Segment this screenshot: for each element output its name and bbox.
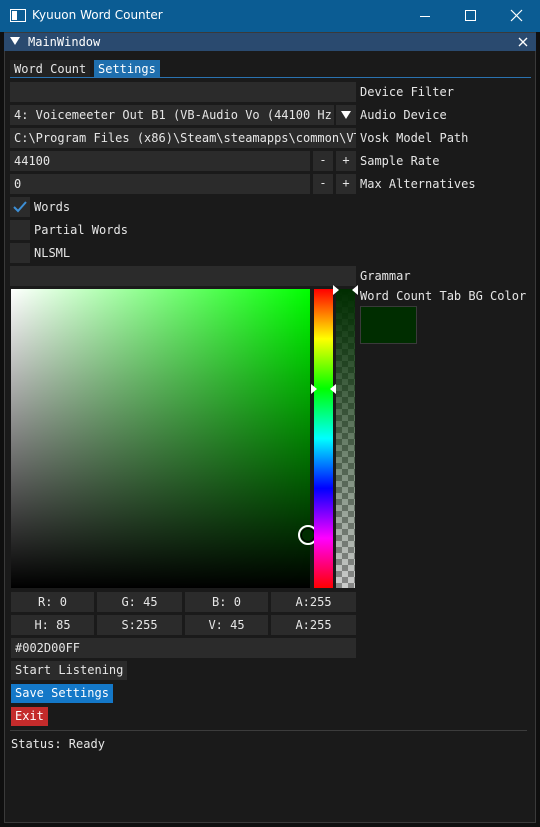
save-settings-button[interactable]: Save Settings <box>11 684 113 703</box>
hue-slider[interactable] <box>314 289 333 588</box>
sample-rate-input[interactable]: 44100 <box>10 151 310 171</box>
vosk-model-path-input[interactable]: C:\Program Files (x86)\Steam\steamapps\c… <box>10 128 356 148</box>
alpha-slider[interactable] <box>336 289 355 588</box>
imgui-window-title: MainWindow <box>28 35 101 49</box>
blue-input[interactable]: B: 0 <box>185 592 268 612</box>
close-window-button[interactable] <box>494 0 540 32</box>
sample-rate-decrement-button[interactable]: - <box>313 151 333 171</box>
max-alternatives-label: Max Alternatives <box>360 177 476 191</box>
saturation-value-square[interactable] <box>11 289 310 588</box>
sample-rate-label: Sample Rate <box>360 154 440 168</box>
exit-button[interactable]: Exit <box>11 707 48 726</box>
start-listening-button[interactable]: Start Listening <box>11 661 128 680</box>
status-text: Status: Ready <box>11 737 105 751</box>
partial-words-checkbox[interactable] <box>10 220 30 240</box>
alpha-input-hsv[interactable]: A:255 <box>271 615 356 635</box>
value-input[interactable]: V: 45 <box>185 615 268 635</box>
hex-color-input[interactable]: #002D00FF <box>11 638 356 658</box>
max-alternatives-input[interactable]: 0 <box>10 174 310 194</box>
hue-input[interactable]: H: 85 <box>11 615 94 635</box>
bg-color-swatch[interactable] <box>360 306 417 344</box>
vosk-model-path-label: Vosk Model Path <box>360 131 469 145</box>
tab-word-count[interactable]: Word Count <box>10 60 91 78</box>
hue-slider-marker-icon <box>311 384 336 394</box>
maximize-button[interactable] <box>448 0 494 32</box>
dropdown-arrow-icon <box>341 111 351 119</box>
close-icon <box>510 9 523 22</box>
maximize-icon <box>465 10 476 21</box>
minimize-button[interactable] <box>402 0 448 32</box>
words-label: Words <box>34 200 71 214</box>
device-filter-label: Device Filter <box>360 85 454 99</box>
saturation-input[interactable]: S:255 <box>97 615 182 635</box>
max-alternatives-decrement-button[interactable]: - <box>313 174 333 194</box>
alpha-slider-marker-icon <box>333 285 358 295</box>
sample-rate-increment-button[interactable]: + <box>336 151 356 171</box>
tab-bar-underline <box>10 77 531 78</box>
green-input[interactable]: G: 45 <box>97 592 182 612</box>
max-alternatives-increment-button[interactable]: + <box>336 174 356 194</box>
alpha-input-rgb[interactable]: A:255 <box>271 592 356 612</box>
audio-device-label: Audio Device <box>360 108 447 122</box>
audio-device-select[interactable]: 4: Voicemeeter Out B1 (VB-Audio Vo (4410… <box>10 105 334 125</box>
grammar-label: Grammar <box>360 269 411 283</box>
words-checkbox[interactable] <box>10 197 30 217</box>
window-title: Kyuuon Word Counter <box>32 8 163 22</box>
imgui-close-button[interactable] <box>514 33 532 51</box>
app-icon <box>10 9 26 22</box>
partial-words-label: Partial Words <box>34 223 128 237</box>
tab-settings[interactable]: Settings <box>94 60 160 78</box>
collapse-arrow-icon[interactable] <box>10 37 20 45</box>
separator <box>10 730 527 731</box>
device-filter-input[interactable] <box>10 82 356 102</box>
bg-color-label: Word Count Tab BG Color <box>360 289 527 303</box>
minimize-icon <box>420 16 430 17</box>
red-input[interactable]: R: 0 <box>11 592 94 612</box>
nlsml-checkbox[interactable] <box>10 243 30 263</box>
nlsml-label: NLSML <box>34 246 71 260</box>
grammar-input[interactable] <box>10 266 356 286</box>
close-icon <box>518 37 528 47</box>
audio-device-dropdown-button[interactable] <box>336 105 356 125</box>
checkmark-icon <box>13 201 27 213</box>
